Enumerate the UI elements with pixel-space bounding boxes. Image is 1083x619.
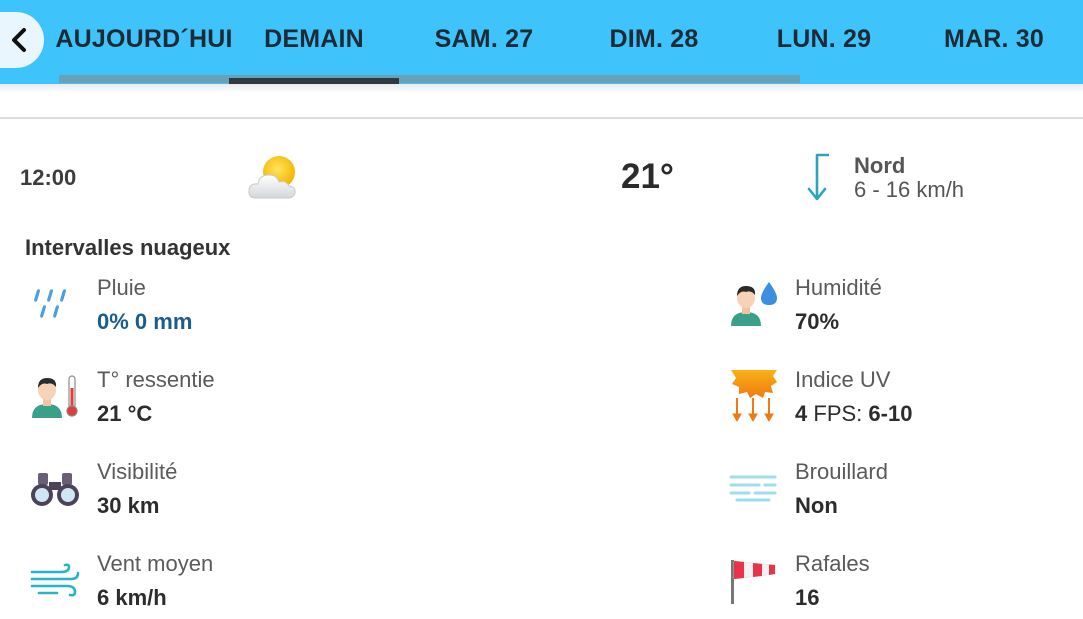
avg-wind-label: Vent moyen: [97, 551, 214, 576]
date-tab-bar: AUJOURD´HUI DEMAIN SAM. 27 DIM. 28 LUN. …: [0, 0, 1083, 84]
thermometer-person-icon: [32, 375, 78, 418]
divider: [0, 117, 1083, 119]
humidity-value: 70%: [795, 309, 840, 334]
humidity-label: Humidité: [795, 275, 882, 300]
header-shadow-band: [0, 84, 1083, 118]
uv-sun-icon: [731, 370, 777, 423]
tab-lun-29[interactable]: LUN. 29: [739, 22, 909, 56]
tab-mar-30[interactable]: MAR. 30: [909, 22, 1079, 56]
temperature: 21°: [621, 157, 674, 196]
tab-scroll-track: [59, 75, 800, 83]
tab-demain[interactable]: DEMAIN: [229, 22, 399, 56]
uv-index-label: Indice UV: [795, 367, 891, 392]
visibility-value: 30 km: [97, 493, 160, 518]
uv-index-value: 4 FPS: 6-10: [795, 401, 912, 427]
chevron-left-icon: [12, 28, 26, 52]
rain-label: Pluie: [97, 275, 146, 300]
wind-speed-range: 6 - 16 km/h: [854, 177, 965, 202]
sky-condition: Intervalles nuageux: [25, 235, 231, 260]
fps-label: FPS:: [813, 401, 863, 426]
partly-cloudy-icon: [248, 156, 296, 199]
fog-value: Non: [795, 493, 838, 518]
gusts-value: 16: [795, 585, 820, 610]
uv-index-number: 4: [795, 401, 808, 426]
tab-sam-27[interactable]: SAM. 27: [399, 22, 569, 56]
wind-direction-arrow-icon: [807, 153, 829, 201]
avg-wind-value: 6 km/h: [97, 585, 167, 610]
visibility-label: Visibilité: [97, 459, 178, 484]
fps-value: 6-10: [868, 401, 913, 426]
tab-aujourdhui[interactable]: AUJOURD´HUI: [55, 22, 232, 56]
feels-like-label: T° ressentie: [97, 367, 215, 392]
humidity-person-icon: [731, 282, 777, 326]
wind-icon: [30, 563, 80, 597]
fog-label: Brouillard: [795, 459, 888, 484]
fog-icon: [729, 475, 777, 502]
gusts-label: Rafales: [795, 551, 870, 576]
binoculars-icon: [31, 473, 79, 506]
wind-direction: Nord: [854, 153, 906, 178]
forecast-time: 12:00: [20, 165, 77, 190]
rain-value: 0% 0 mm: [97, 309, 193, 334]
tab-dim-28[interactable]: DIM. 28: [569, 22, 739, 56]
windsock-icon: [731, 560, 776, 604]
feels-like-value: 21 °C: [97, 401, 153, 426]
rain-drops-icon: [34, 289, 66, 318]
back-button[interactable]: [0, 12, 44, 68]
